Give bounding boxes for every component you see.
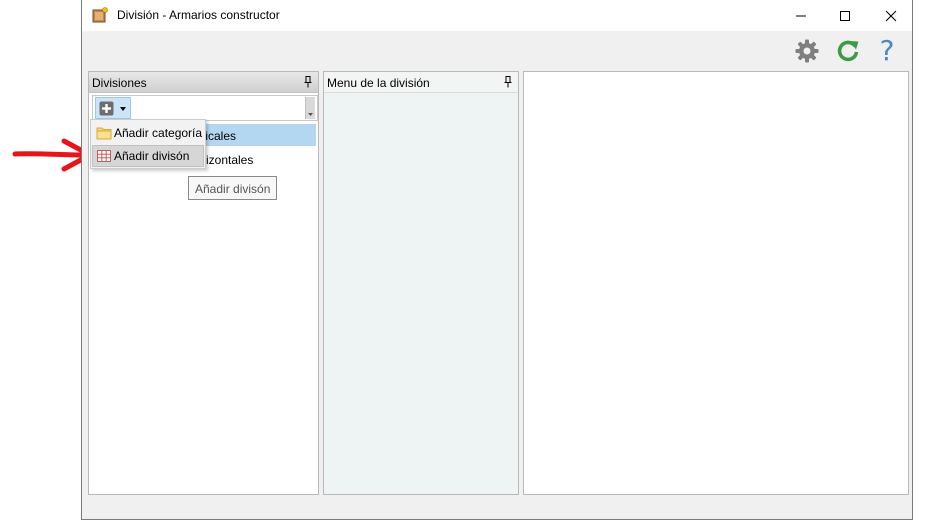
plus-icon xyxy=(99,101,114,116)
app-window: División - Armarios constructor ? Divisi… xyxy=(81,0,913,520)
help-icon[interactable]: ? xyxy=(876,36,898,66)
pin-icon[interactable] xyxy=(504,76,512,88)
division-menu-panel-title: Menu de la división xyxy=(327,76,430,90)
menu-item-add-division[interactable]: Añadir divisón xyxy=(92,145,204,167)
tooltip-text: Añadir divisón xyxy=(195,182,271,196)
tree-row-label: ticales xyxy=(202,129,237,143)
refresh-icon[interactable] xyxy=(835,38,861,64)
close-button[interactable] xyxy=(868,0,914,31)
status-bar xyxy=(82,497,912,519)
tooltip: Añadir divisón xyxy=(188,176,277,200)
content-panel xyxy=(523,71,909,495)
divisions-toolbar xyxy=(92,95,318,121)
gear-icon[interactable] xyxy=(794,38,820,64)
maximize-button[interactable] xyxy=(822,0,868,31)
app-icon xyxy=(92,7,108,23)
menu-item-label: Añadir divisón xyxy=(114,149,190,163)
caret-down-icon xyxy=(308,113,313,116)
folder-icon xyxy=(96,127,112,140)
title-bar: División - Armarios constructor xyxy=(82,0,912,31)
minimize-button[interactable] xyxy=(778,0,824,31)
table-icon xyxy=(97,150,111,162)
menu-item-label: Añadir categoría xyxy=(114,126,203,140)
add-dropdown-menu: Añadir categoría Añadir divisón xyxy=(90,119,206,169)
division-menu-panel: Menu de la división xyxy=(323,71,519,495)
division-menu-panel-header: Menu de la división xyxy=(324,72,518,93)
tree-row-label: rizontales xyxy=(202,153,254,167)
toolbar-overflow[interactable] xyxy=(305,97,315,119)
window-title: División - Armarios constructor xyxy=(117,8,280,22)
divisions-panel-title: Divisiones xyxy=(92,76,147,90)
divisions-panel-header: Divisiones xyxy=(89,72,318,93)
maximize-icon xyxy=(840,10,850,21)
pin-icon[interactable] xyxy=(304,76,312,88)
caret-down-icon xyxy=(120,107,126,111)
minimize-icon xyxy=(796,15,806,16)
close-icon xyxy=(885,10,897,21)
add-split-button[interactable] xyxy=(95,97,131,119)
menu-item-add-category[interactable]: Añadir categoría xyxy=(92,122,204,144)
